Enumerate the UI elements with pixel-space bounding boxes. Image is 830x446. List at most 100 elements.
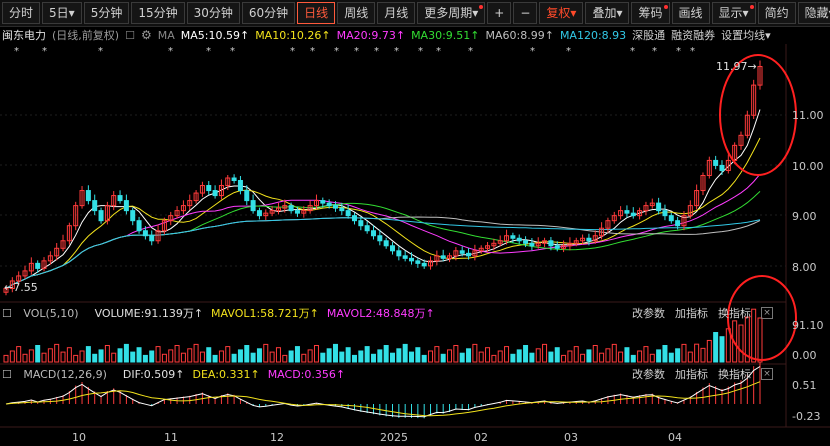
volume-bar: [313, 345, 319, 363]
volume-bar: [687, 351, 693, 363]
add-indicator-button[interactable]: 加指标: [675, 305, 708, 321]
close-icon[interactable]: ×: [761, 307, 773, 319]
event-marker: *: [354, 46, 359, 57]
ma20-line: [5, 173, 761, 289]
candle-body: [123, 200, 129, 212]
volume-bar: [428, 350, 434, 363]
candle-body: [409, 257, 415, 262]
add-indicator-button[interactable]: 加指标: [675, 366, 708, 382]
event-marker: *: [676, 46, 681, 57]
candle-body: [390, 245, 396, 252]
volume-bar: [73, 354, 79, 363]
candle-body: [668, 215, 674, 222]
volume-bar: [3, 354, 9, 363]
edit-params-button[interactable]: 改参数: [632, 366, 665, 382]
candle-body: [250, 200, 256, 212]
volume-bar: [491, 354, 497, 363]
volume-bar: [301, 353, 307, 363]
volume-bar: [510, 353, 516, 363]
volume-bar: [611, 343, 617, 363]
volume-bar: [719, 336, 725, 363]
volume-bar: [409, 351, 415, 363]
volume-bar: [339, 351, 345, 363]
candle-body: [149, 235, 155, 242]
volume-bar: [592, 345, 598, 363]
price-tick: 8.00: [792, 261, 817, 274]
volume-bar: [136, 347, 142, 363]
volume-bar: [320, 352, 326, 363]
volume-bar: [237, 349, 243, 363]
volume-bar: [92, 353, 98, 363]
vol-legend: ☐ VOL(5,10) VOLUME:91.139万↑ MAVOL1:58.72…: [0, 305, 443, 321]
event-marker: *: [436, 46, 441, 57]
event-marker: *: [374, 46, 379, 57]
volume-bar: [22, 353, 28, 363]
event-marker: *: [168, 46, 173, 57]
candle-body: [396, 250, 402, 257]
event-marker: *: [290, 46, 295, 57]
volume-bar: [548, 351, 554, 363]
volume-bar: [421, 354, 427, 363]
volume-bar: [117, 348, 123, 363]
volume-bar: [466, 348, 472, 363]
volume-bar: [662, 345, 668, 363]
volume-bar: [288, 350, 294, 363]
volume-bar: [187, 348, 193, 363]
volume-bar: [282, 354, 288, 363]
volume-bar: [630, 354, 636, 363]
volume-bar: [402, 343, 408, 363]
candle-body: [345, 210, 351, 217]
edit-params-button[interactable]: 改参数: [632, 305, 665, 321]
volume-bar: [649, 353, 655, 363]
switch-indicator-button[interactable]: 换指标: [718, 366, 751, 382]
switch-indicator-button[interactable]: 换指标: [718, 305, 751, 321]
vol-tools: 改参数 加指标 换指标 ×: [622, 305, 773, 321]
volume-bar: [681, 343, 687, 363]
volume-bar: [599, 352, 605, 363]
date-tick: 11: [164, 431, 178, 444]
high-price-marker: 11.97→: [716, 60, 757, 73]
volume-bar: [98, 349, 104, 363]
dif-value: DIF:0.509↑: [122, 367, 185, 381]
candle-body: [523, 240, 529, 244]
candle-body: [529, 242, 535, 247]
volume-bar: [244, 345, 250, 363]
low-price-marker: ←7.55: [4, 281, 38, 294]
volume-bar: [364, 346, 370, 363]
volume-bar: [453, 345, 459, 363]
candle-body: [237, 180, 243, 192]
volume-bar: [142, 354, 148, 363]
price-tick: 10.00: [792, 160, 824, 173]
candle-body: [656, 202, 662, 212]
volume-bar: [516, 349, 522, 363]
price-tick: 11.00: [792, 109, 824, 122]
vol-axis-zero: 0.00: [792, 349, 817, 362]
volume-bar: [180, 352, 186, 363]
event-marker: *: [652, 46, 657, 57]
volume-bar: [47, 348, 53, 363]
volume-bar: [713, 332, 719, 363]
event-marker: *: [566, 46, 571, 57]
volume-bar: [326, 348, 332, 363]
event-marker: *: [394, 46, 399, 57]
candle-body: [206, 185, 212, 192]
candle-body: [85, 190, 91, 202]
candle-body: [326, 202, 332, 207]
macd-legend: ☐ MACD(12,26,9) DIF:0.509↑ DEA:0.331↑ MA…: [0, 366, 353, 382]
volume-bar: [199, 351, 205, 363]
price-tick: 9.00: [792, 210, 817, 223]
volume-bar: [624, 347, 630, 363]
close-icon[interactable]: ×: [761, 368, 773, 380]
volume-bar: [149, 350, 155, 363]
date-tick: 12: [270, 431, 284, 444]
candle-body: [294, 210, 300, 214]
candle-body: [130, 210, 136, 222]
volume-bar: [206, 347, 212, 363]
candle-body: [459, 250, 465, 254]
volume-bar: [307, 349, 313, 363]
volume-bar: [415, 347, 421, 363]
volume-bar: [275, 347, 281, 363]
candle-body: [466, 252, 472, 257]
mavol1-value: MAVOL1:58.721万↑: [211, 307, 319, 320]
volume-bar: [41, 352, 47, 363]
